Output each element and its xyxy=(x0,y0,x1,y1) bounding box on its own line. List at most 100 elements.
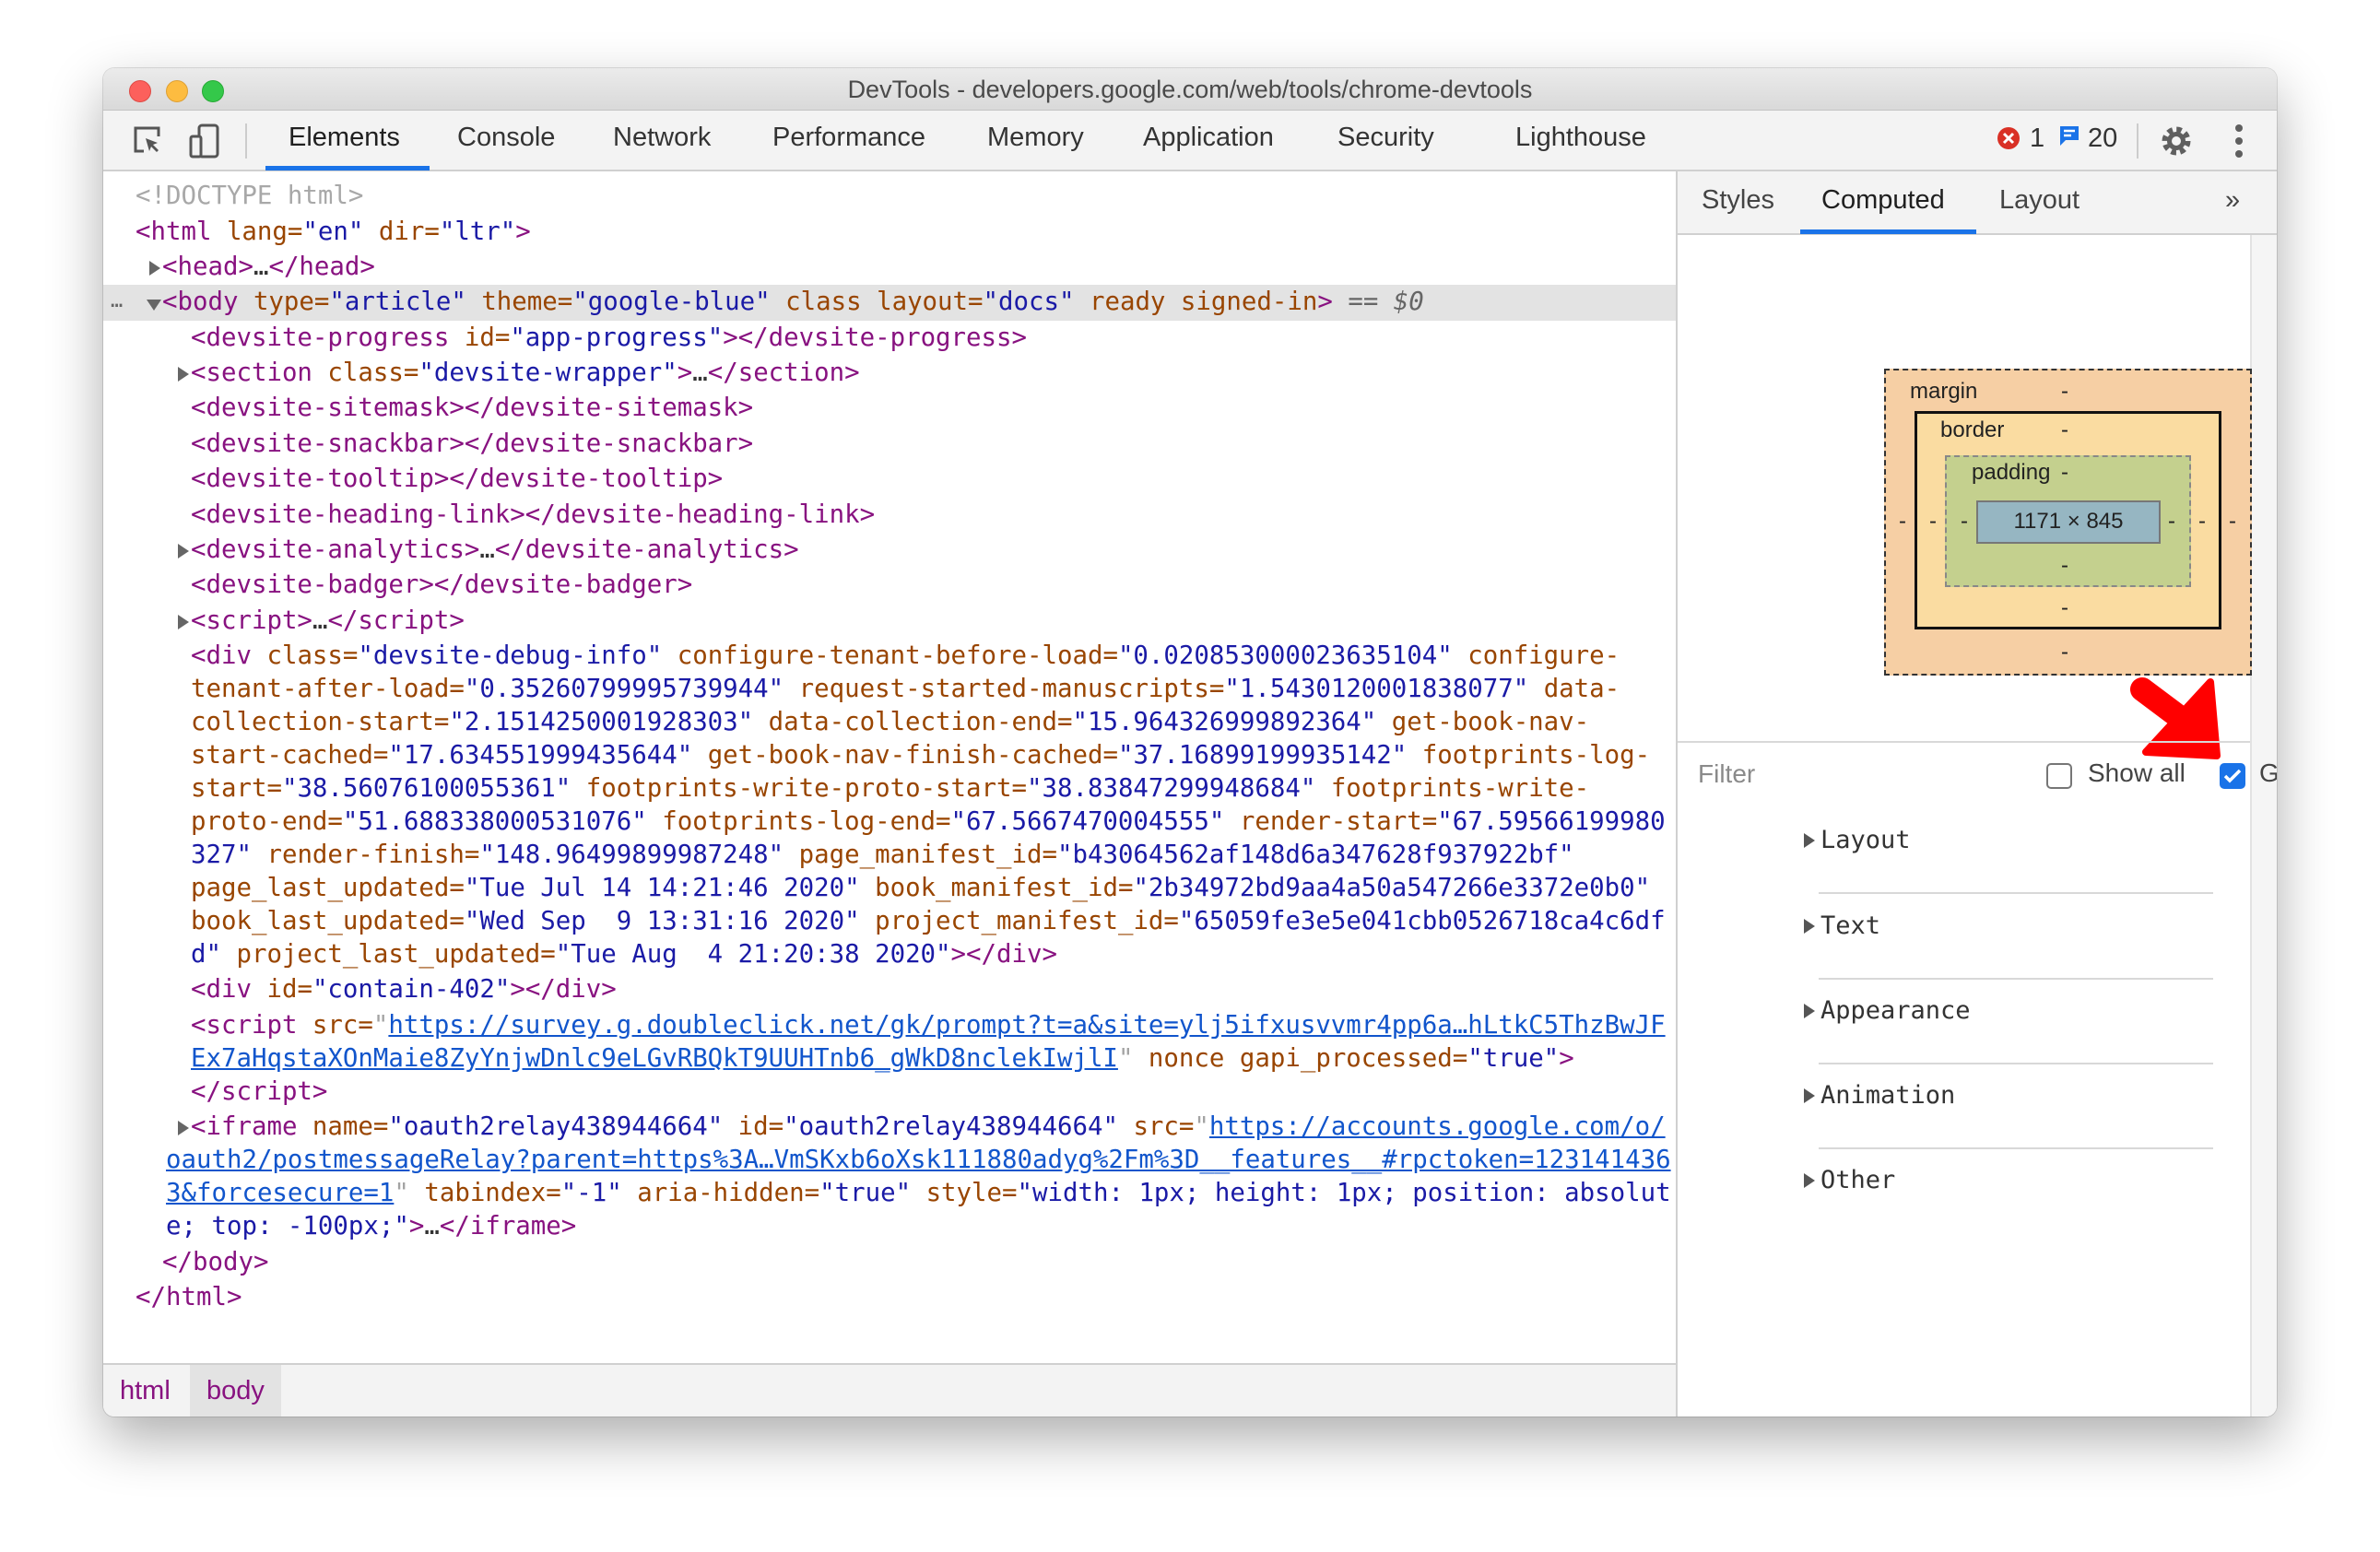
show-all-label[interactable]: Show all xyxy=(2088,758,2186,788)
tab-computed[interactable]: Computed xyxy=(1821,185,1945,216)
padding-right-value[interactable]: - xyxy=(2168,509,2175,535)
tab-application[interactable]: Application xyxy=(1143,123,1274,153)
dom-node[interactable]: <devsite-heading-link></devsite-heading-… xyxy=(103,497,1676,532)
dom-tree[interactable]: <!DOCTYPE html> <html lang="en" dir="ltr"… xyxy=(103,171,1678,1363)
tag: <head> xyxy=(162,252,253,281)
collapse-arrow-icon[interactable] xyxy=(147,300,161,312)
margin-bottom-value[interactable]: - xyxy=(2061,640,2068,665)
expand-arrow-icon[interactable] xyxy=(149,260,160,276)
breadcrumb-html[interactable]: html xyxy=(103,1365,187,1417)
link[interactable]: Ex7aHqstaXOnMaie8ZyYnjwDnlc9eLGvRBQkT9UU… xyxy=(191,1044,1118,1073)
link[interactable]: https://survey.g.doubleclick.net/gk/prom… xyxy=(388,1011,1665,1040)
margin-right-value[interactable]: - xyxy=(2229,509,2236,535)
margin-left-value[interactable]: - xyxy=(1899,509,1906,535)
dom-node[interactable]: </html> xyxy=(103,1280,1676,1315)
group-label[interactable]: Group xyxy=(2259,758,2277,788)
section-animation[interactable]: Animation xyxy=(1678,1064,2250,1149)
link[interactable]: oauth2/postmessageRelay?parent=https%3A…… xyxy=(166,1146,1671,1174)
section-label: Animation xyxy=(1820,1081,1956,1110)
tag: <devsite-analytics> xyxy=(191,535,480,564)
dom-node[interactable]: <devsite-progress id="app-progress"></de… xyxy=(103,321,1676,356)
message-icon[interactable] xyxy=(2058,124,2080,153)
section-label: Text xyxy=(1820,911,1881,940)
node-actions-icon[interactable]: … xyxy=(111,285,123,318)
dom-node[interactable]: <devsite-snackbar></devsite-snackbar> xyxy=(103,427,1676,462)
section-text[interactable]: Text xyxy=(1678,895,2250,980)
tab-elements[interactable]: Elements xyxy=(289,123,400,153)
device-toolbar-icon[interactable] xyxy=(188,123,221,163)
padding-left-value[interactable]: - xyxy=(1961,509,1968,535)
tab-console[interactable]: Console xyxy=(457,123,555,153)
section-layout[interactable]: Layout xyxy=(1678,809,2250,894)
filter-input[interactable]: Filter xyxy=(1698,759,1755,789)
punctuation: " xyxy=(394,1179,409,1208)
attribute-name: render-finish= xyxy=(251,841,480,870)
code-line: <section class="devsite-wrapper">…</sect… xyxy=(103,357,1676,390)
attribute-name: render-start= xyxy=(1224,807,1438,837)
attribute-value: "38.56076100055361" xyxy=(281,774,571,804)
border-right-value[interactable]: - xyxy=(2198,509,2206,535)
collapsed-ellipsis: … xyxy=(424,1212,440,1241)
padding-top-value[interactable]: - xyxy=(2061,460,2068,486)
tab-styles[interactable]: Styles xyxy=(1702,185,1774,216)
expand-arrow-icon[interactable] xyxy=(178,543,189,558)
dom-node[interactable]: <iframe name="oauth2relay438944664" id="… xyxy=(103,1110,1676,1244)
tag: </iframe> xyxy=(439,1212,577,1241)
collapsed-ellipsis: … xyxy=(692,359,708,388)
attribute-value: 327" xyxy=(191,841,252,870)
tab-performance[interactable]: Performance xyxy=(772,123,925,153)
margin-top-value[interactable]: - xyxy=(2061,379,2068,405)
dom-node[interactable]: <div class="devsite-debug-info" configur… xyxy=(103,639,1676,972)
dom-node[interactable]: <devsite-analytics>…</devsite-analytics> xyxy=(103,533,1676,568)
dom-node[interactable]: <script src="https://survey.g.doubleclic… xyxy=(103,1008,1676,1110)
tab-layout[interactable]: Layout xyxy=(1999,185,2080,216)
dom-node[interactable]: <script>…</script> xyxy=(103,604,1676,639)
dom-node[interactable]: <html lang="en" dir="ltr"> xyxy=(103,214,1676,249)
expand-arrow-icon[interactable] xyxy=(178,1121,189,1135)
content-size[interactable]: 1171 × 845 xyxy=(1976,509,2161,535)
error-icon[interactable] xyxy=(1997,126,2021,155)
dom-node[interactable]: </body> xyxy=(103,1244,1676,1279)
more-tabs-icon[interactable]: » xyxy=(2225,185,2240,216)
breadcrumb-body[interactable]: body xyxy=(190,1365,281,1417)
dom-node[interactable]: <!DOCTYPE html> xyxy=(103,179,1676,214)
tab-lighthouse[interactable]: Lighthouse xyxy=(1515,123,1646,153)
dom-node[interactable]: <devsite-sitemask></devsite-sitemask> xyxy=(103,391,1676,426)
group-checkbox[interactable] xyxy=(2220,763,2245,789)
dom-node[interactable]: <devsite-badger></devsite-badger> xyxy=(103,568,1676,603)
attribute-value: "1.5430120001838077" xyxy=(1224,675,1529,704)
tag: </section> xyxy=(707,359,860,388)
gear-icon[interactable] xyxy=(2159,123,2194,163)
message-count[interactable]: 20 xyxy=(2088,123,2117,154)
link[interactable]: 3&forcesecure=1 xyxy=(166,1179,394,1207)
tag: <devsite-sitemask></devsite-sitemask> xyxy=(191,394,754,423)
show-all-checkbox[interactable] xyxy=(2046,763,2072,789)
border-top-value[interactable]: - xyxy=(2061,417,2068,443)
scrollbar-gutter[interactable] xyxy=(2250,235,2277,1417)
dom-node[interactable]: <section class="devsite-wrapper">…</sect… xyxy=(103,356,1676,391)
dom-node[interactable]: <devsite-tooltip></devsite-tooltip> xyxy=(103,462,1676,497)
border-bottom-value[interactable]: - xyxy=(2061,595,2068,621)
code-line: <devsite-analytics>…</devsite-analytics> xyxy=(103,534,1676,567)
tab-security[interactable]: Security xyxy=(1337,123,1434,153)
attribute-value: e; top: -100px;" xyxy=(166,1212,409,1241)
tab-network[interactable]: Network xyxy=(613,123,711,153)
section-appearance[interactable]: Appearance xyxy=(1678,980,2250,1064)
tab-memory[interactable]: Memory xyxy=(987,123,1084,153)
dom-node[interactable]: <head>…</head> xyxy=(103,250,1676,285)
punctuation: " xyxy=(1117,1043,1134,1073)
more-options-icon[interactable] xyxy=(2234,123,2244,163)
expand-arrow-icon[interactable] xyxy=(178,366,189,382)
section-other[interactable]: Other xyxy=(1678,1149,2250,1234)
code-line: oauth2/postmessageRelay?parent=https%3A…… xyxy=(103,1144,1676,1177)
active-tab-indicator xyxy=(265,166,430,170)
link[interactable]: https://accounts.google.com/o/ xyxy=(1209,1112,1666,1141)
dom-node[interactable]: <div id="contain-402"></div> xyxy=(103,972,1676,1007)
border-left-value[interactable]: - xyxy=(1929,509,1937,535)
code-line: <div id="contain-402"></div> xyxy=(103,973,1676,1006)
padding-bottom-value[interactable]: - xyxy=(2061,553,2068,579)
inspect-element-icon[interactable] xyxy=(131,123,164,161)
expand-arrow-icon[interactable] xyxy=(178,614,189,629)
error-count[interactable]: 1 xyxy=(2030,123,2044,154)
dom-node-selected[interactable]: … <body type="article" theme="google-blue… xyxy=(103,285,1676,321)
